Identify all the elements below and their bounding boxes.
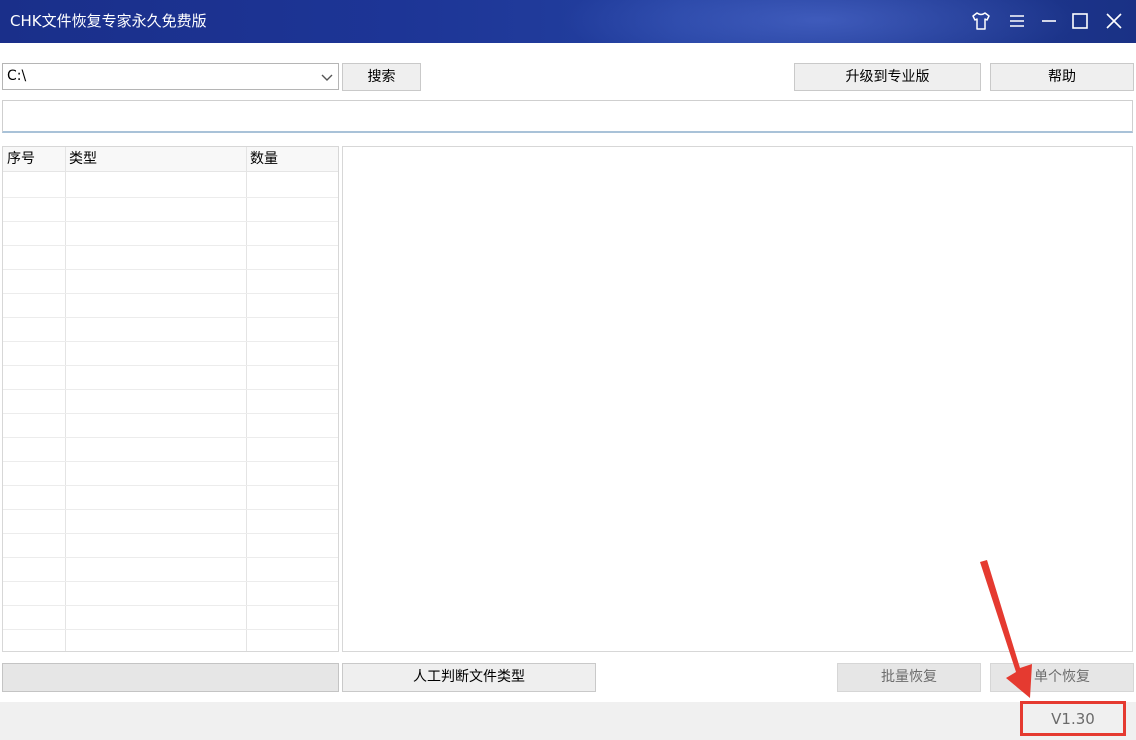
table-row-line bbox=[3, 461, 338, 462]
minimize-icon[interactable] bbox=[1038, 10, 1060, 32]
upgrade-pro-button[interactable]: 升级到专业版 bbox=[794, 63, 981, 91]
table-row-line bbox=[3, 293, 338, 294]
table-row-line bbox=[3, 365, 338, 366]
chevron-down-icon bbox=[321, 74, 333, 81]
progress-bar bbox=[2, 663, 339, 692]
column-divider bbox=[246, 147, 247, 651]
menu-icon[interactable] bbox=[1006, 10, 1028, 32]
table-row-line bbox=[3, 197, 338, 198]
window-title: CHK文件恢复专家永久免费版 bbox=[10, 12, 207, 30]
column-header-count[interactable]: 数量 bbox=[246, 147, 338, 172]
status-bar bbox=[0, 702, 1136, 740]
table-row-line bbox=[3, 509, 338, 510]
drive-select[interactable]: C:\ bbox=[2, 63, 339, 90]
file-type-list[interactable]: 序号 类型 数量 bbox=[2, 146, 339, 652]
table-row-line bbox=[3, 413, 338, 414]
table-row-line bbox=[3, 341, 338, 342]
title-bar: CHK文件恢复专家永久免费版 bbox=[0, 0, 1136, 43]
list-header: 序号 类型 数量 bbox=[3, 147, 338, 172]
maximize-icon[interactable] bbox=[1069, 10, 1091, 32]
table-row-line bbox=[3, 557, 338, 558]
table-row-line bbox=[3, 245, 338, 246]
manual-file-type-button[interactable]: 人工判断文件类型 bbox=[342, 663, 596, 692]
red-arrow-annotation bbox=[980, 560, 1032, 698]
tshirt-skin-icon[interactable] bbox=[970, 10, 992, 32]
drive-select-value: C:\ bbox=[7, 68, 27, 84]
table-row-line bbox=[3, 221, 338, 222]
table-row-line bbox=[3, 269, 338, 270]
table-row-line bbox=[3, 317, 338, 318]
column-header-index[interactable]: 序号 bbox=[3, 147, 65, 172]
version-label: V1.30 bbox=[1020, 701, 1126, 736]
table-row-line bbox=[3, 533, 338, 534]
table-row-line bbox=[3, 389, 338, 390]
search-button[interactable]: 搜索 bbox=[342, 63, 421, 91]
table-row-line bbox=[3, 581, 338, 582]
table-row-line bbox=[3, 485, 338, 486]
table-row-line bbox=[3, 629, 338, 630]
table-row-line bbox=[3, 437, 338, 438]
path-display-field[interactable] bbox=[2, 100, 1133, 133]
close-icon[interactable] bbox=[1103, 10, 1125, 32]
batch-recover-button[interactable]: 批量恢复 bbox=[837, 663, 981, 692]
column-header-type[interactable]: 类型 bbox=[65, 147, 246, 172]
table-row-line bbox=[3, 605, 338, 606]
column-divider bbox=[65, 147, 66, 651]
help-button[interactable]: 帮助 bbox=[990, 63, 1134, 91]
